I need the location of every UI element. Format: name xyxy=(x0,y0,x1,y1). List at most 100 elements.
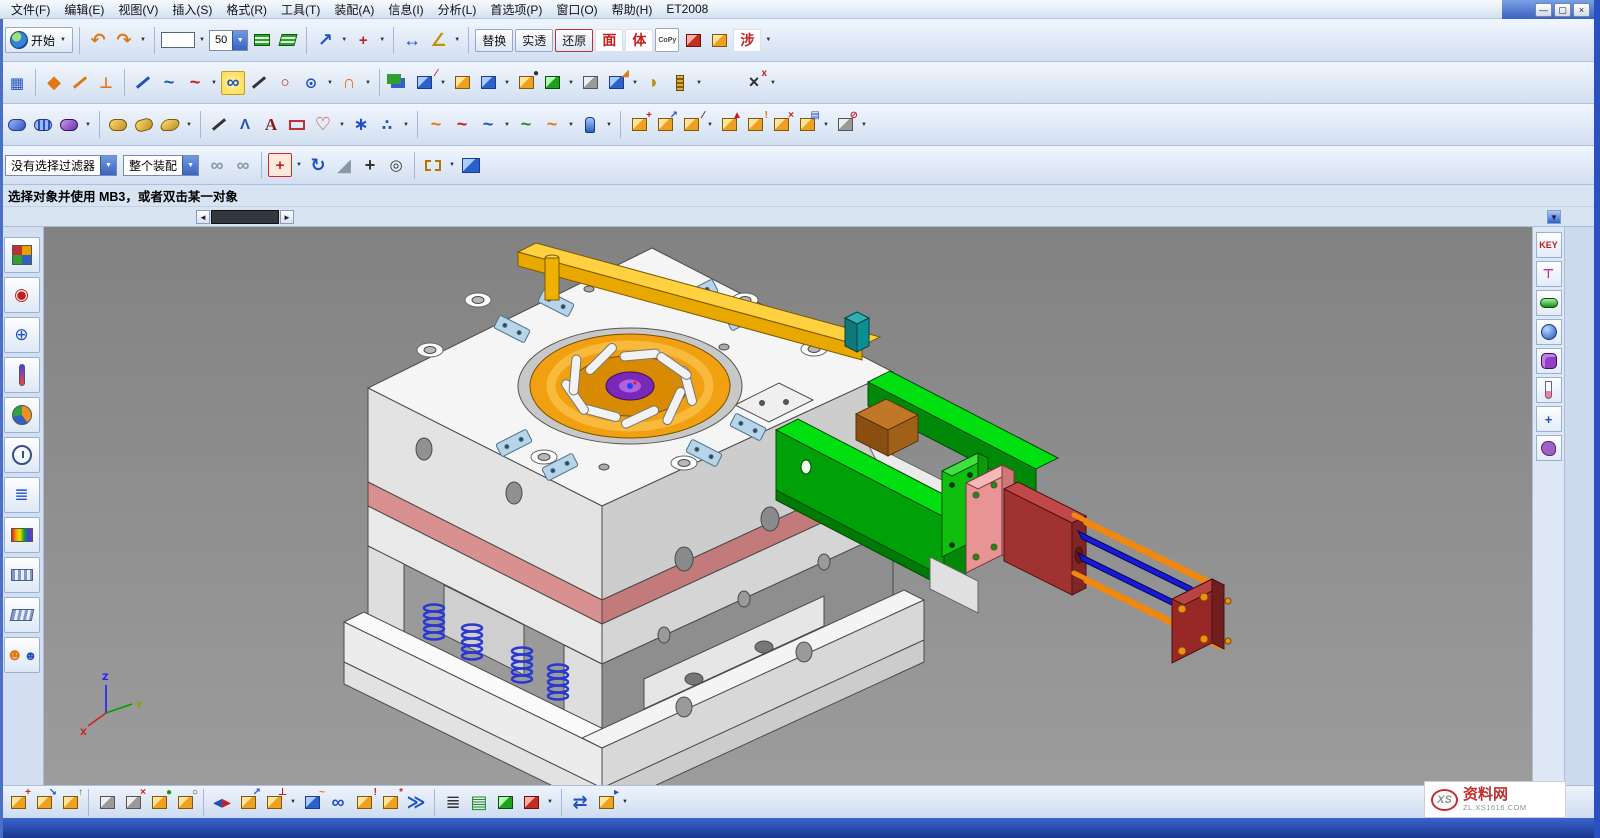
boolean-dropdown-icon[interactable]: ▼ xyxy=(438,72,448,94)
constraints-dropdown-icon[interactable]: ▼ xyxy=(288,791,298,813)
tube-icon[interactable] xyxy=(578,113,602,137)
select-dropdown-icon[interactable]: ▼ xyxy=(447,154,457,176)
layer-visible-icon[interactable] xyxy=(276,28,300,52)
menu-tools[interactable]: 工具(T) xyxy=(274,0,327,18)
start-button[interactable]: 开始 ▼ xyxy=(5,27,73,53)
line-icon[interactable] xyxy=(247,71,271,95)
vector-icon[interactable]: ↗ xyxy=(313,28,337,52)
spline-icon[interactable]: ~ xyxy=(183,71,207,95)
revolve-icon[interactable] xyxy=(476,71,500,95)
pattern-dropdown-icon[interactable]: ▼ xyxy=(821,114,831,136)
move-component-icon[interactable]: ↗ xyxy=(236,790,260,814)
red-cube-icon[interactable] xyxy=(681,28,705,52)
heart-spline-icon[interactable]: ♡ xyxy=(311,113,335,137)
face-display-button[interactable]: 面 xyxy=(595,29,623,52)
menu-insert[interactable]: 插入(S) xyxy=(165,0,219,18)
curve-op-dropdown-icon[interactable]: ▼ xyxy=(502,114,512,136)
through-curve-mesh-icon[interactable] xyxy=(31,113,55,137)
selection-filter-combo[interactable]: 没有选择过滤器▼ xyxy=(5,155,117,176)
help-cross-icon[interactable]: + xyxy=(1536,406,1562,432)
wave-link-icon[interactable]: ~ xyxy=(300,790,324,814)
close-component-icon[interactable]: × xyxy=(121,790,145,814)
chamfer-icon[interactable]: ◢ xyxy=(604,71,628,95)
graphics-viewport[interactable]: Z Y X xyxy=(44,227,1532,785)
orient-view-icon[interactable]: ◎ xyxy=(384,153,408,177)
arc-icon[interactable]: ∩ xyxy=(337,71,361,95)
isolate-component-icon[interactable] xyxy=(493,790,517,814)
trim-body-icon[interactable]: ∕ xyxy=(412,71,436,95)
pattern-component-icon[interactable]: ▤ xyxy=(795,113,819,137)
history-clock-icon[interactable] xyxy=(4,437,40,473)
ruled-surface-icon[interactable] xyxy=(106,113,130,137)
spinner-dropdown-icon[interactable]: ▼ xyxy=(232,31,247,50)
assembly-scope-combo[interactable]: 整个装配▼ xyxy=(123,155,199,176)
boss-dropdown-icon[interactable]: ▼ xyxy=(566,72,576,94)
product-outline-icon[interactable] xyxy=(519,790,543,814)
boss-icon[interactable] xyxy=(540,71,564,95)
x-form-dropdown-icon[interactable]: ▼ xyxy=(768,72,778,94)
point-icon[interactable]: ∗ xyxy=(349,113,373,137)
point-dropdown-icon[interactable]: ▼ xyxy=(377,29,387,51)
right-scroll-column[interactable] xyxy=(1564,227,1594,785)
close-icon[interactable]: × xyxy=(1573,3,1590,17)
replace-button[interactable]: 替换 xyxy=(475,29,513,52)
translucency-button[interactable]: 实透 xyxy=(515,29,553,52)
line-icon[interactable] xyxy=(207,113,231,137)
arc-dropdown-icon[interactable]: ▼ xyxy=(363,72,373,94)
analysis-tube-icon[interactable] xyxy=(1536,377,1562,403)
menu-edit[interactable]: 编辑(E) xyxy=(57,0,111,18)
measure-dropdown-icon[interactable]: ▼ xyxy=(452,29,462,51)
sequence-icon[interactable]: ≫ xyxy=(404,790,428,814)
circle-dropdown-icon[interactable]: ▼ xyxy=(325,72,335,94)
assembly-structure-icon[interactable]: ≣ xyxy=(441,790,465,814)
redo-icon[interactable]: ↷ xyxy=(112,28,136,52)
suppress-component-icon[interactable]: × xyxy=(769,113,793,137)
toolbar-overflow-icon[interactable]: ▼ xyxy=(1547,210,1561,224)
measure-distance-icon[interactable]: ↔ xyxy=(400,28,424,52)
polyline-icon[interactable]: Λ xyxy=(233,113,257,137)
create-component-icon[interactable]: + xyxy=(6,790,30,814)
vector-dropdown-icon[interactable]: ▼ xyxy=(339,29,349,51)
constraint-navigator-icon[interactable]: ◉ xyxy=(4,277,40,313)
tube-dropdown-icon[interactable]: ▼ xyxy=(604,114,614,136)
assembly-navigator-icon[interactable] xyxy=(4,237,40,273)
datum-axis-icon[interactable] xyxy=(68,71,92,95)
datum-csys-icon[interactable]: ⊥ xyxy=(94,71,118,95)
section-surface-icon[interactable] xyxy=(158,113,182,137)
measure-angle-icon[interactable]: ∠ xyxy=(426,28,450,52)
shell-icon[interactable] xyxy=(578,71,602,95)
section-dropdown-icon[interactable]: ▼ xyxy=(566,114,576,136)
spline-dropdown-icon[interactable]: ▼ xyxy=(209,72,219,94)
interference-dropdown-icon[interactable]: ▼ xyxy=(763,29,773,51)
menu-analysis[interactable]: 分析(L) xyxy=(431,0,484,18)
snap-point-icon[interactable]: + xyxy=(268,153,292,177)
promote-body-icon[interactable]: ▸ xyxy=(594,790,618,814)
roles-tool-icon[interactable]: ⊤ xyxy=(1536,261,1562,287)
outline-dropdown-icon[interactable]: ▼ xyxy=(545,791,555,813)
offset-curve-icon[interactable]: ~ xyxy=(450,113,474,137)
point-dropdown-icon[interactable]: ▼ xyxy=(401,114,411,136)
materials-rainbow-icon[interactable] xyxy=(4,517,40,553)
hole-icon[interactable]: ● xyxy=(514,71,538,95)
feature-dropdown-icon[interactable]: ▼ xyxy=(502,72,512,94)
point-constructor-icon[interactable]: + xyxy=(351,28,375,52)
link-curve-icon[interactable]: ∞ xyxy=(221,71,245,95)
body-display-button[interactable]: 体 xyxy=(625,29,653,52)
rectangle-icon[interactable] xyxy=(285,113,309,137)
menu-information[interactable]: 信息(I) xyxy=(381,0,430,18)
intersection-curve-icon[interactable]: ~ xyxy=(514,113,538,137)
wedge-clip-icon[interactable]: ◢ xyxy=(332,153,356,177)
menu-et2008[interactable]: ET2008 xyxy=(659,0,715,18)
menu-window[interactable]: 窗口(O) xyxy=(549,0,604,18)
restore-button[interactable]: 还原 xyxy=(555,29,593,52)
explode-icon[interactable]: * xyxy=(378,790,402,814)
open-component-icon[interactable] xyxy=(95,790,119,814)
layer-settings-icon[interactable] xyxy=(250,28,274,52)
circle-icon[interactable]: ○ xyxy=(273,71,297,95)
menu-preferences[interactable]: 首选项(P) xyxy=(483,0,549,18)
add-component-icon[interactable]: + xyxy=(627,113,651,137)
promote-dropdown-icon[interactable]: ▼ xyxy=(620,791,630,813)
unload-dropdown-icon[interactable]: ▼ xyxy=(859,114,869,136)
point-set-icon[interactable]: ∴ xyxy=(375,113,399,137)
thread-icon[interactable] xyxy=(668,71,692,95)
